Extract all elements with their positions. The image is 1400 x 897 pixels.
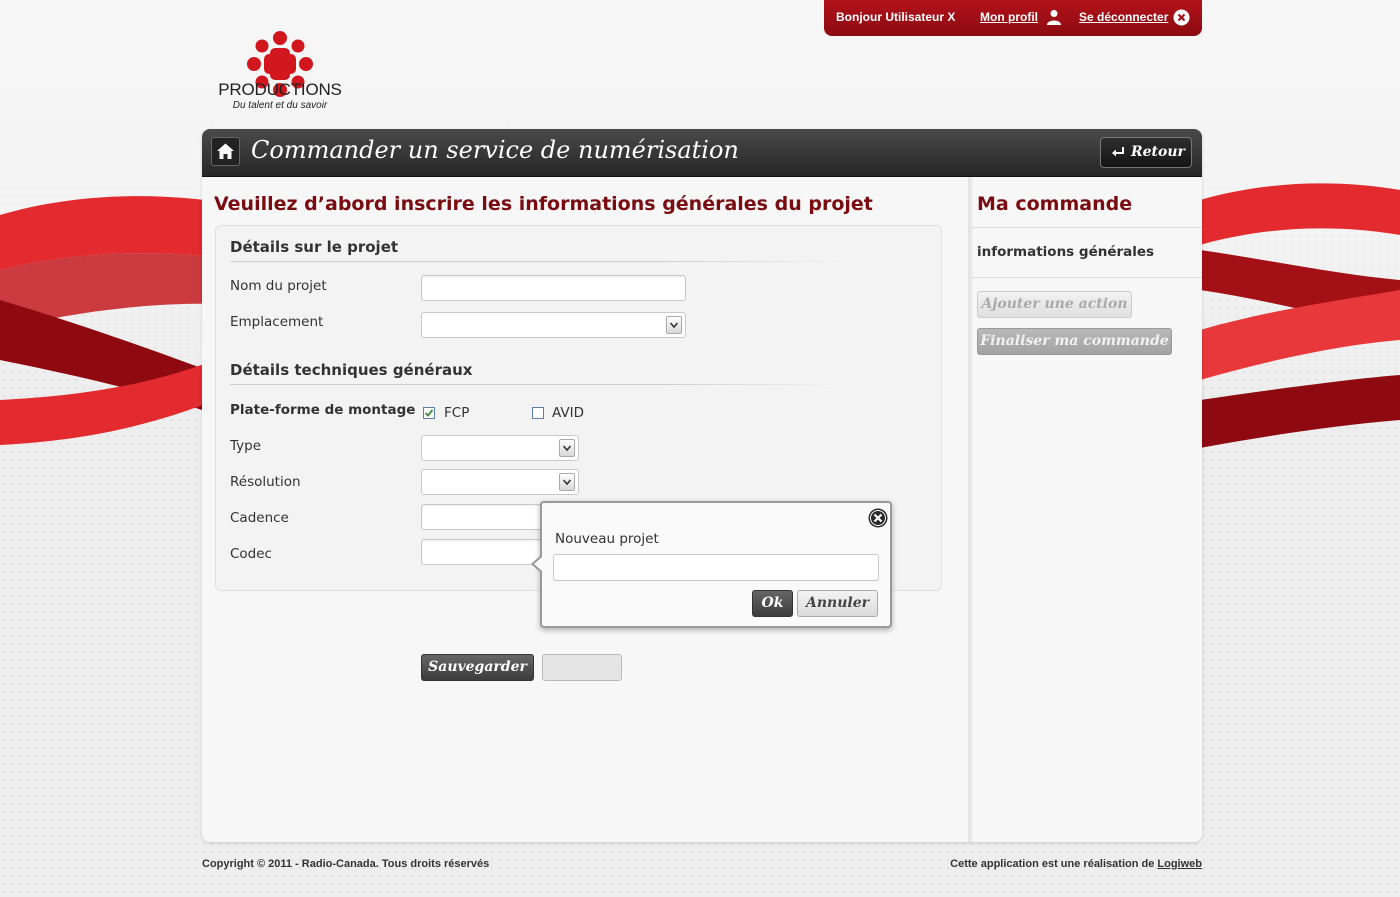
new-project-label: Nouveau projet xyxy=(555,531,659,547)
location-label: Emplacement xyxy=(230,314,324,330)
chevron-down-icon[interactable] xyxy=(559,439,575,457)
section-divider xyxy=(230,384,850,385)
cancel-button[interactable]: Annuler xyxy=(797,590,878,617)
add-action-button[interactable]: Ajouter une action xyxy=(977,291,1132,318)
avid-checkbox[interactable] xyxy=(532,407,544,419)
close-circle-icon[interactable] xyxy=(1173,9,1190,26)
credit-prefix: Cette application est une réalisation de xyxy=(950,858,1158,870)
codec-input[interactable] xyxy=(421,539,546,565)
section-title-technical: Détails techniques généraux xyxy=(230,361,473,379)
sidebar-item-general-info[interactable]: informations générales xyxy=(977,244,1154,260)
return-arrow-icon xyxy=(1112,147,1124,157)
order-sidebar: Ma commande informations générales Ajout… xyxy=(972,177,1202,842)
title-bar: Commander un service de numérisation Ret… xyxy=(202,129,1202,177)
credit-text: Cette application est une réalisation de… xyxy=(950,858,1202,870)
new-project-popup: Nouveau projet Ok Annuler xyxy=(531,501,892,628)
logout-link[interactable]: Se déconnecter xyxy=(1079,10,1168,24)
cadence-label: Cadence xyxy=(230,510,289,526)
type-label: Type xyxy=(230,438,262,454)
cadence-input[interactable] xyxy=(421,504,546,530)
copyright-text: Copyright © 2011 - Radio-Canada. Tous dr… xyxy=(202,858,490,870)
resolution-label: Résolution xyxy=(230,474,301,490)
home-button[interactable] xyxy=(211,137,240,166)
resolution-select[interactable] xyxy=(421,469,579,495)
chevron-down-icon[interactable] xyxy=(559,473,575,491)
section-title-project: Détails sur le projet xyxy=(230,238,399,256)
logiweb-link[interactable]: Logiweb xyxy=(1157,858,1202,870)
close-icon[interactable] xyxy=(868,508,888,528)
user-icon[interactable] xyxy=(1046,9,1062,25)
ok-button[interactable]: Ok xyxy=(752,590,793,617)
project-name-label: Nom du projet xyxy=(230,278,327,294)
user-bar: Bonjour Utilisateur X Mon profil Se déco… xyxy=(824,0,1202,36)
finalize-order-button[interactable]: Finaliser ma commande xyxy=(977,328,1172,355)
sidebar-divider xyxy=(972,227,1202,228)
sidebar-heading: Ma commande xyxy=(977,193,1133,215)
sidebar-divider xyxy=(972,277,1202,278)
type-select[interactable] xyxy=(421,435,579,461)
location-select[interactable] xyxy=(421,312,686,338)
avid-label: AVID xyxy=(552,405,584,421)
brand-name: PRODUCTIONS xyxy=(218,80,342,99)
save-button[interactable]: Sauvegarder xyxy=(421,654,534,681)
profile-link[interactable]: Mon profil xyxy=(980,10,1038,24)
fcp-label: FCP xyxy=(444,405,470,421)
user-greeting: Bonjour Utilisateur X xyxy=(836,10,956,24)
chevron-down-icon[interactable] xyxy=(666,316,682,334)
main-panel: Commander un service de numérisation Ret… xyxy=(202,129,1202,842)
secondary-button[interactable] xyxy=(542,654,622,681)
popup-pointer-inner xyxy=(534,557,542,571)
fcp-checkbox[interactable] xyxy=(423,407,435,419)
checkmark-icon xyxy=(424,409,434,417)
brand-tagline: Du talent et du savoir xyxy=(232,100,328,111)
home-icon xyxy=(217,143,234,159)
back-button-label: Retour xyxy=(1131,144,1185,160)
section-divider xyxy=(230,261,850,262)
codec-label: Codec xyxy=(230,546,272,562)
project-name-input[interactable] xyxy=(421,275,686,301)
page-title: Commander un service de numérisation xyxy=(251,136,739,164)
new-project-input[interactable] xyxy=(553,554,879,581)
main-heading: Veuillez d’abord inscrire les informatio… xyxy=(214,193,873,215)
back-button[interactable]: Retour xyxy=(1100,137,1192,168)
platform-label: Plate-forme de montage xyxy=(230,402,416,418)
